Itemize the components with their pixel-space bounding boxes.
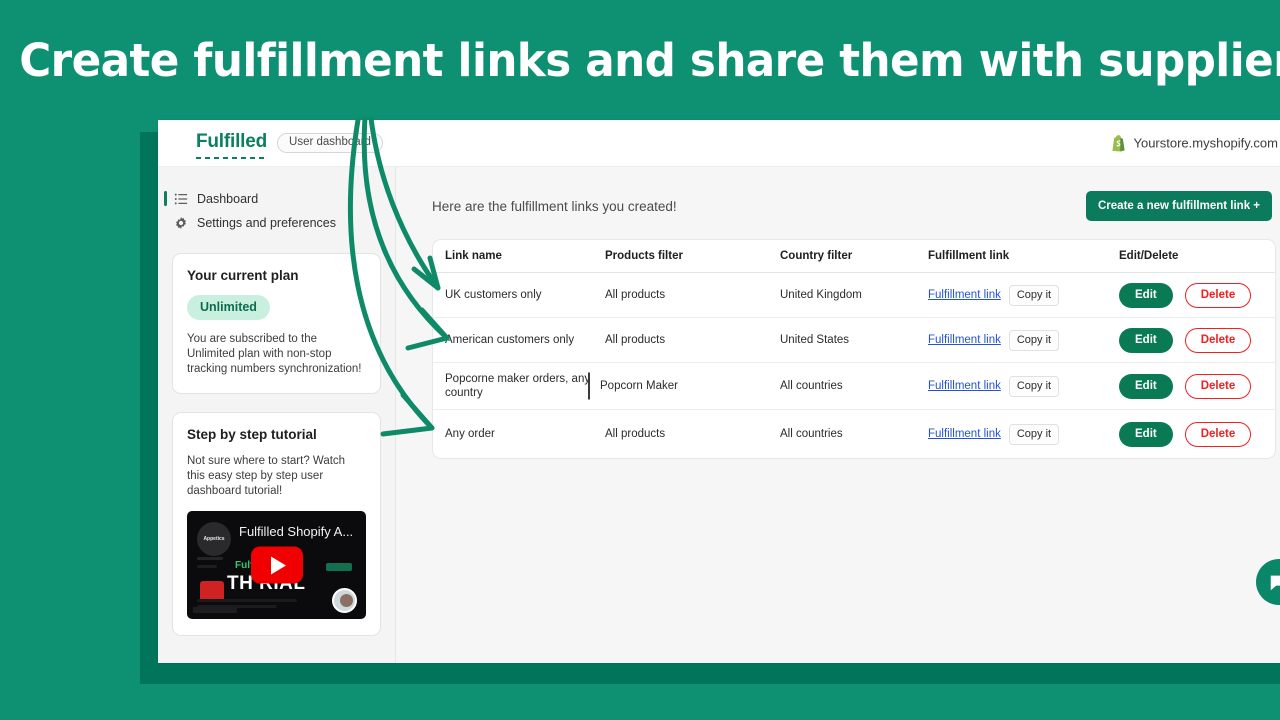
cell-products-filter: All products bbox=[605, 334, 666, 346]
copy-it-button[interactable]: Copy it bbox=[1008, 329, 1060, 351]
current-plan-description: You are subscribed to the Unlimited plan… bbox=[187, 333, 362, 375]
tutorial-title: Step by step tutorial bbox=[187, 427, 317, 442]
main-content: Here are the fulfillment links you creat… bbox=[396, 167, 1280, 663]
fulfillment-link[interactable]: Fulfillment link bbox=[928, 334, 1001, 346]
column-header-fulfillment-link: Fulfillment link bbox=[928, 250, 1010, 262]
cell-products-filter: All products bbox=[605, 428, 666, 440]
fulfillment-links-table: Link name Products filter Country filter… bbox=[432, 239, 1276, 459]
edit-button[interactable]: Edit bbox=[1119, 327, 1173, 353]
video-presenter-avatar bbox=[332, 588, 357, 613]
app-body: Dashboard Settings and preferences Your … bbox=[158, 167, 1280, 663]
video-decor-green-box bbox=[326, 563, 352, 571]
table-row: UK customers only All products United Ki… bbox=[433, 273, 1275, 318]
create-fulfillment-link-button[interactable]: Create a new fulfillment link + bbox=[1086, 191, 1272, 221]
fulfillment-link[interactable]: Fulfillment link bbox=[928, 428, 1001, 440]
tutorial-video-thumbnail[interactable]: Appetics Fulfilled Shopify A... Fulf App… bbox=[187, 511, 366, 619]
sidebar-item-dashboard-label: Dashboard bbox=[197, 192, 259, 206]
play-button-icon[interactable] bbox=[250, 546, 303, 584]
cell-link-name: Popcorne maker orders, any country bbox=[445, 373, 591, 399]
delete-button[interactable]: Delete bbox=[1184, 373, 1252, 399]
cell-link-name: UK customers only bbox=[445, 289, 542, 301]
cell-fulfillment-link: Fulfillment link Copy it bbox=[928, 329, 1113, 351]
cell-actions: Edit Delete bbox=[1113, 282, 1263, 308]
row-separator-bar bbox=[588, 372, 590, 400]
table-header-row: Link name Products filter Country filter… bbox=[433, 240, 1275, 273]
app-top-bar: Fulfilled User dashboard Yourstore.mysho… bbox=[158, 120, 1280, 167]
cell-products-filter: All products bbox=[605, 289, 666, 301]
sidebar-item-settings-label: Settings and preferences bbox=[197, 216, 336, 230]
current-plan-title: Your current plan bbox=[187, 268, 299, 283]
app-screenshot-frame: Fulfilled User dashboard Yourstore.mysho… bbox=[158, 120, 1280, 663]
copy-it-button[interactable]: Copy it bbox=[1008, 423, 1060, 445]
chat-widget-button[interactable] bbox=[1256, 559, 1280, 605]
user-dashboard-badge: User dashboard bbox=[277, 132, 383, 154]
store-name: Yourstore.myshopify.com bbox=[1111, 135, 1278, 152]
cell-fulfillment-link: Fulfillment link Copy it bbox=[928, 284, 1113, 306]
cell-country-filter: United States bbox=[780, 334, 850, 346]
column-header-edit-delete: Edit/Delete bbox=[1119, 250, 1179, 262]
plan-badge: Unlimited bbox=[187, 295, 270, 320]
fulfillment-link[interactable]: Fulfillment link bbox=[928, 289, 1001, 301]
sidebar-item-dashboard[interactable]: Dashboard bbox=[158, 187, 395, 211]
brand-area: Fulfilled User dashboard bbox=[196, 131, 383, 159]
column-header-products-filter: Products filter bbox=[605, 250, 683, 262]
column-header-link-name: Link name bbox=[445, 250, 502, 262]
shopify-bag-icon bbox=[1112, 135, 1126, 152]
video-decor-strip bbox=[193, 607, 237, 613]
fulfillment-link[interactable]: Fulfillment link bbox=[928, 380, 1001, 392]
list-icon bbox=[174, 193, 188, 205]
table-row: Any order All products All countries Ful… bbox=[433, 410, 1275, 458]
cell-products-filter-label: Popcorn Maker bbox=[600, 380, 678, 392]
tutorial-description: Not sure where to start? Watch this easy… bbox=[187, 455, 346, 497]
cell-country-filter: United Kingdom bbox=[780, 289, 862, 301]
edit-button[interactable]: Edit bbox=[1119, 421, 1173, 447]
cell-link-name: Any order bbox=[445, 428, 495, 440]
edit-button[interactable]: Edit bbox=[1119, 282, 1173, 308]
cell-country-filter: All countries bbox=[780, 380, 843, 392]
sidebar-item-settings[interactable]: Settings and preferences bbox=[158, 211, 395, 235]
cell-actions: Edit Delete bbox=[1113, 373, 1263, 399]
video-channel-avatar: Appetics bbox=[197, 522, 231, 556]
video-decor-line bbox=[197, 565, 217, 568]
video-title: Fulfilled Shopify A... bbox=[239, 524, 354, 539]
cell-link-name: American customers only bbox=[445, 334, 575, 346]
video-decor-line bbox=[197, 599, 297, 602]
tutorial-card: Step by step tutorial Not sure where to … bbox=[172, 412, 381, 636]
page-title: Create fulfillment links and share them … bbox=[19, 34, 1280, 87]
gear-icon bbox=[176, 216, 186, 230]
table-row: American customers only All products Uni… bbox=[433, 318, 1275, 363]
copy-it-button[interactable]: Copy it bbox=[1008, 375, 1060, 397]
edit-button[interactable]: Edit bbox=[1119, 373, 1173, 399]
copy-it-button[interactable]: Copy it bbox=[1008, 284, 1060, 306]
cell-fulfillment-link: Fulfillment link Copy it bbox=[928, 375, 1113, 397]
current-plan-card: Your current plan Unlimited You are subs… bbox=[172, 253, 381, 394]
cell-actions: Edit Delete bbox=[1113, 327, 1263, 353]
video-decor-line bbox=[197, 557, 223, 560]
main-header: Here are the fulfillment links you creat… bbox=[432, 191, 1278, 221]
store-name-label: Yourstore.myshopify.com bbox=[1133, 135, 1278, 151]
main-heading: Here are the fulfillment links you creat… bbox=[432, 198, 677, 214]
delete-button[interactable]: Delete bbox=[1184, 421, 1252, 447]
table-row: Popcorne maker orders, any country Popco… bbox=[433, 363, 1275, 410]
video-decor-red-box bbox=[200, 581, 224, 601]
app-logo: Fulfilled bbox=[196, 131, 267, 159]
cell-fulfillment-link: Fulfillment link Copy it bbox=[928, 423, 1113, 445]
chat-bubble-icon bbox=[1270, 575, 1280, 591]
column-header-country-filter: Country filter bbox=[780, 250, 853, 262]
cell-products-filter: Popcorn Maker bbox=[588, 372, 780, 400]
sidebar: Dashboard Settings and preferences Your … bbox=[158, 167, 396, 663]
delete-button[interactable]: Delete bbox=[1184, 282, 1252, 308]
cell-country-filter: All countries bbox=[780, 428, 843, 440]
delete-button[interactable]: Delete bbox=[1184, 327, 1252, 353]
cell-actions: Edit Delete bbox=[1113, 421, 1263, 447]
